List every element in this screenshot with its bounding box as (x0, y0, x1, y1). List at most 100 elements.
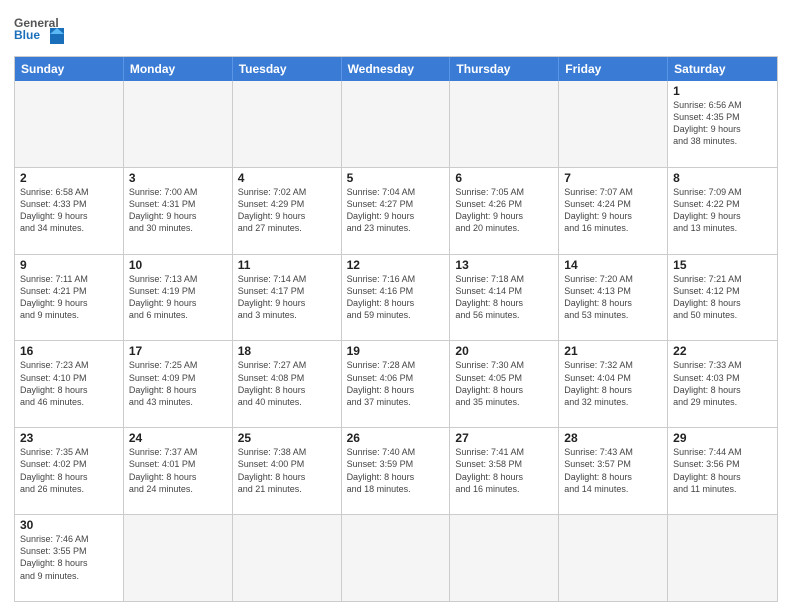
day-info: Sunrise: 7:43 AM Sunset: 3:57 PM Dayligh… (564, 446, 662, 495)
calendar-cell: 6Sunrise: 7:05 AM Sunset: 4:26 PM Daylig… (450, 168, 559, 254)
calendar-cell: 24Sunrise: 7:37 AM Sunset: 4:01 PM Dayli… (124, 428, 233, 514)
calendar-cell: 13Sunrise: 7:18 AM Sunset: 4:14 PM Dayli… (450, 255, 559, 341)
calendar-cell: 8Sunrise: 7:09 AM Sunset: 4:22 PM Daylig… (668, 168, 777, 254)
day-number: 16 (20, 344, 118, 358)
calendar-header-row: SundayMondayTuesdayWednesdayThursdayFrid… (15, 57, 777, 81)
calendar-cell: 10Sunrise: 7:13 AM Sunset: 4:19 PM Dayli… (124, 255, 233, 341)
day-number: 26 (347, 431, 445, 445)
day-info: Sunrise: 7:18 AM Sunset: 4:14 PM Dayligh… (455, 273, 553, 322)
day-info: Sunrise: 7:16 AM Sunset: 4:16 PM Dayligh… (347, 273, 445, 322)
svg-text:Blue: Blue (14, 28, 40, 42)
day-info: Sunrise: 7:30 AM Sunset: 4:05 PM Dayligh… (455, 359, 553, 408)
calendar-cell: 23Sunrise: 7:35 AM Sunset: 4:02 PM Dayli… (15, 428, 124, 514)
day-number: 19 (347, 344, 445, 358)
calendar-row: 16Sunrise: 7:23 AM Sunset: 4:10 PM Dayli… (15, 340, 777, 427)
day-info: Sunrise: 6:56 AM Sunset: 4:35 PM Dayligh… (673, 99, 772, 148)
day-info: Sunrise: 7:38 AM Sunset: 4:00 PM Dayligh… (238, 446, 336, 495)
day-info: Sunrise: 7:21 AM Sunset: 4:12 PM Dayligh… (673, 273, 772, 322)
calendar-cell: 1Sunrise: 6:56 AM Sunset: 4:35 PM Daylig… (668, 81, 777, 167)
day-header-sunday: Sunday (15, 57, 124, 81)
calendar-cell: 18Sunrise: 7:27 AM Sunset: 4:08 PM Dayli… (233, 341, 342, 427)
day-header-monday: Monday (124, 57, 233, 81)
day-number: 2 (20, 171, 118, 185)
calendar-cell (342, 515, 451, 601)
day-number: 21 (564, 344, 662, 358)
calendar-cell: 17Sunrise: 7:25 AM Sunset: 4:09 PM Dayli… (124, 341, 233, 427)
calendar-row: 2Sunrise: 6:58 AM Sunset: 4:33 PM Daylig… (15, 167, 777, 254)
day-info: Sunrise: 7:13 AM Sunset: 4:19 PM Dayligh… (129, 273, 227, 322)
day-number: 11 (238, 258, 336, 272)
calendar-cell (124, 515, 233, 601)
calendar-cell: 11Sunrise: 7:14 AM Sunset: 4:17 PM Dayli… (233, 255, 342, 341)
calendar-cell: 20Sunrise: 7:30 AM Sunset: 4:05 PM Dayli… (450, 341, 559, 427)
day-info: Sunrise: 7:44 AM Sunset: 3:56 PM Dayligh… (673, 446, 772, 495)
day-info: Sunrise: 7:23 AM Sunset: 4:10 PM Dayligh… (20, 359, 118, 408)
header: GeneralBlue (14, 10, 778, 50)
calendar-cell: 21Sunrise: 7:32 AM Sunset: 4:04 PM Dayli… (559, 341, 668, 427)
calendar-cell (233, 515, 342, 601)
day-number: 22 (673, 344, 772, 358)
day-number: 18 (238, 344, 336, 358)
day-info: Sunrise: 7:05 AM Sunset: 4:26 PM Dayligh… (455, 186, 553, 235)
day-number: 27 (455, 431, 553, 445)
day-number: 25 (238, 431, 336, 445)
calendar-cell: 3Sunrise: 7:00 AM Sunset: 4:31 PM Daylig… (124, 168, 233, 254)
calendar-cell: 26Sunrise: 7:40 AM Sunset: 3:59 PM Dayli… (342, 428, 451, 514)
day-number: 9 (20, 258, 118, 272)
day-number: 5 (347, 171, 445, 185)
logo: GeneralBlue (14, 10, 66, 50)
day-number: 28 (564, 431, 662, 445)
day-info: Sunrise: 7:00 AM Sunset: 4:31 PM Dayligh… (129, 186, 227, 235)
calendar-cell: 9Sunrise: 7:11 AM Sunset: 4:21 PM Daylig… (15, 255, 124, 341)
calendar-cell: 29Sunrise: 7:44 AM Sunset: 3:56 PM Dayli… (668, 428, 777, 514)
day-header-tuesday: Tuesday (233, 57, 342, 81)
page: GeneralBlue SundayMondayTuesdayWednesday… (0, 0, 792, 612)
day-info: Sunrise: 7:33 AM Sunset: 4:03 PM Dayligh… (673, 359, 772, 408)
calendar-body: 1Sunrise: 6:56 AM Sunset: 4:35 PM Daylig… (15, 81, 777, 601)
calendar-row: 30Sunrise: 7:46 AM Sunset: 3:55 PM Dayli… (15, 514, 777, 601)
day-number: 23 (20, 431, 118, 445)
calendar-cell: 28Sunrise: 7:43 AM Sunset: 3:57 PM Dayli… (559, 428, 668, 514)
day-number: 14 (564, 258, 662, 272)
day-info: Sunrise: 7:32 AM Sunset: 4:04 PM Dayligh… (564, 359, 662, 408)
day-number: 15 (673, 258, 772, 272)
calendar-cell (668, 515, 777, 601)
day-header-friday: Friday (559, 57, 668, 81)
day-number: 30 (20, 518, 118, 532)
day-info: Sunrise: 7:27 AM Sunset: 4:08 PM Dayligh… (238, 359, 336, 408)
day-number: 24 (129, 431, 227, 445)
day-info: Sunrise: 7:46 AM Sunset: 3:55 PM Dayligh… (20, 533, 118, 582)
calendar-cell: 27Sunrise: 7:41 AM Sunset: 3:58 PM Dayli… (450, 428, 559, 514)
day-number: 4 (238, 171, 336, 185)
day-header-wednesday: Wednesday (342, 57, 451, 81)
calendar: SundayMondayTuesdayWednesdayThursdayFrid… (14, 56, 778, 602)
day-number: 29 (673, 431, 772, 445)
day-number: 10 (129, 258, 227, 272)
calendar-cell: 22Sunrise: 7:33 AM Sunset: 4:03 PM Dayli… (668, 341, 777, 427)
day-number: 7 (564, 171, 662, 185)
calendar-cell (342, 81, 451, 167)
calendar-cell (233, 81, 342, 167)
calendar-cell (559, 515, 668, 601)
calendar-cell: 25Sunrise: 7:38 AM Sunset: 4:00 PM Dayli… (233, 428, 342, 514)
day-info: Sunrise: 7:04 AM Sunset: 4:27 PM Dayligh… (347, 186, 445, 235)
day-info: Sunrise: 7:41 AM Sunset: 3:58 PM Dayligh… (455, 446, 553, 495)
calendar-cell: 12Sunrise: 7:16 AM Sunset: 4:16 PM Dayli… (342, 255, 451, 341)
calendar-cell: 7Sunrise: 7:07 AM Sunset: 4:24 PM Daylig… (559, 168, 668, 254)
day-number: 8 (673, 171, 772, 185)
calendar-cell (124, 81, 233, 167)
day-number: 1 (673, 84, 772, 98)
calendar-cell (15, 81, 124, 167)
day-number: 20 (455, 344, 553, 358)
day-number: 12 (347, 258, 445, 272)
day-info: Sunrise: 7:09 AM Sunset: 4:22 PM Dayligh… (673, 186, 772, 235)
calendar-cell: 14Sunrise: 7:20 AM Sunset: 4:13 PM Dayli… (559, 255, 668, 341)
day-info: Sunrise: 7:07 AM Sunset: 4:24 PM Dayligh… (564, 186, 662, 235)
calendar-cell: 16Sunrise: 7:23 AM Sunset: 4:10 PM Dayli… (15, 341, 124, 427)
calendar-cell: 15Sunrise: 7:21 AM Sunset: 4:12 PM Dayli… (668, 255, 777, 341)
day-info: Sunrise: 7:35 AM Sunset: 4:02 PM Dayligh… (20, 446, 118, 495)
day-number: 6 (455, 171, 553, 185)
day-info: Sunrise: 7:14 AM Sunset: 4:17 PM Dayligh… (238, 273, 336, 322)
calendar-row: 9Sunrise: 7:11 AM Sunset: 4:21 PM Daylig… (15, 254, 777, 341)
day-header-saturday: Saturday (668, 57, 777, 81)
